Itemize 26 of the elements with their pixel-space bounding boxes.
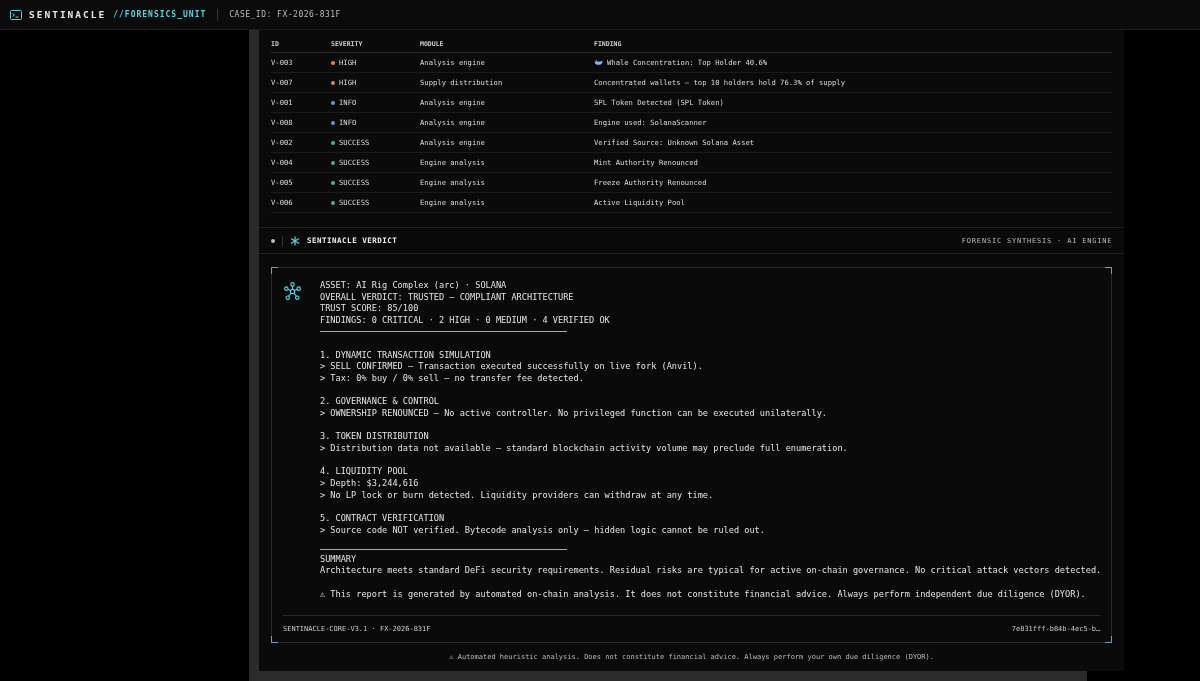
disclaimer-text: ⚠ This report is generated by automated on-chain analysis. It does not constitute financial advice. Always perform independent due diligence (DYOR). [320, 588, 1087, 601]
status-dot-icon [271, 238, 275, 243]
verdict-line: ASSET: AI Rig Complex (arc) · SOLANA [320, 280, 508, 292]
section-line: > SELL CONFIRMED — Transaction executed successfully on live fork (Anvil). [320, 361, 704, 373]
section-line: > OWNERSHIP RENOUNCED — No active controller. No privileged function can be executed unilaterally. [320, 408, 829, 420]
section-heading: 4. LIQUIDITY POOL [320, 466, 409, 479]
section-heading: 2. GOVERNANCE & CONTROL [320, 396, 440, 408]
section-heading: 5. CONTRACT VERIFICATION [320, 513, 446, 525]
sparkle-icon [290, 235, 300, 246]
verdict-line: OVERALL VERDICT: TRUSTED — COMPLIANT ARCHITECTURE [320, 291, 575, 304]
app-title: SENTINACLE [29, 9, 107, 20]
unit-label: //FORENSICS_UNIT [113, 10, 207, 19]
case-id: CASE_ID: FX-2026-831F [229, 10, 341, 19]
verdict-line: TRUST SCORE: 85/100 [320, 303, 420, 316]
section-heading: 3. TOKEN DISTRIBUTION [320, 431, 430, 444]
section-line: > Distribution data not available — standard blockchain activity volume may preclude full enumeration. [320, 443, 849, 455]
network-icon [283, 282, 302, 301]
section-heading: 1. DYNAMIC TRANSACTION SIMULATION [320, 349, 492, 362]
verdict-line: FINDINGS: 0 CRITICAL · 2 HIGH · 0 MEDIUM · 4 VERIFIED OK [320, 315, 611, 327]
section-line: > Source code NOT verified. Bytecode analysis only — hidden logic cannot be ruled out. [320, 525, 766, 537]
section-line: > Depth: $3,244,616 [320, 478, 420, 490]
summary-text: Architecture meets standard DeFi security requirements. Residual risks are typical for active on-chain governance. No critical attack vectors detected. [320, 565, 1102, 578]
summary-heading: SUMMARY [320, 553, 358, 566]
terminal-icon [10, 9, 22, 20]
section-line: > Tax: 0% buy / 0% sell — no transfer fee detected. [320, 372, 585, 385]
section-line: > No LP lock or burn detected. Liquidity providers can withdraw at any time. [320, 489, 715, 502]
